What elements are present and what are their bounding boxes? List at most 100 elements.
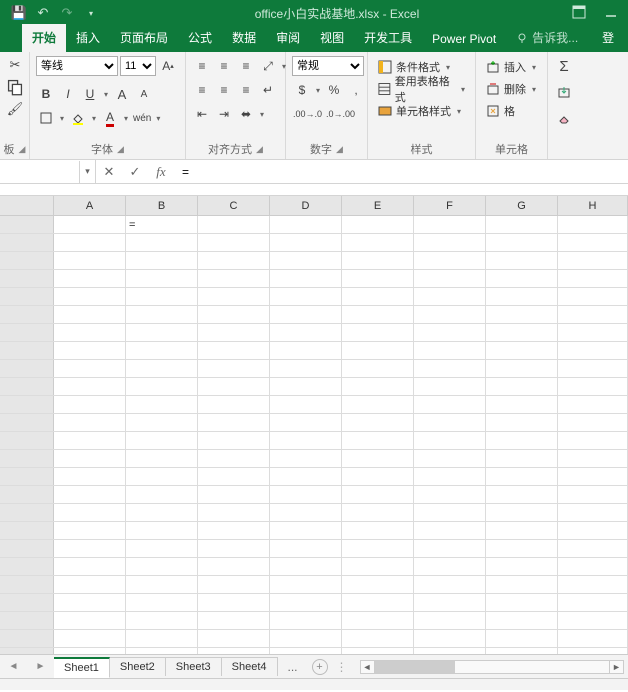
cell[interactable] <box>270 306 342 323</box>
row-header[interactable] <box>0 216 54 233</box>
col-header-A[interactable]: A <box>54 196 126 215</box>
cell[interactable] <box>486 252 558 269</box>
cell[interactable] <box>270 630 342 647</box>
row-header[interactable] <box>0 396 54 413</box>
cell[interactable] <box>414 342 486 359</box>
sheet-nav[interactable]: ◄ ► <box>0 661 54 672</box>
cell[interactable] <box>342 576 414 593</box>
sheet-nav-prev-icon[interactable]: ◄ <box>9 661 19 672</box>
cell[interactable] <box>414 288 486 305</box>
cell[interactable] <box>126 432 198 449</box>
row-header[interactable] <box>0 504 54 521</box>
fill-color-icon[interactable] <box>68 108 88 128</box>
row-header[interactable] <box>0 306 54 323</box>
qat-dropdown-icon[interactable]: ▾ <box>80 2 102 24</box>
phonetic-icon[interactable]: wén <box>132 108 152 128</box>
cell[interactable] <box>54 630 126 647</box>
cell[interactable] <box>54 540 126 557</box>
cell[interactable] <box>198 288 270 305</box>
cell[interactable] <box>198 216 270 233</box>
row-header[interactable] <box>0 612 54 629</box>
cell[interactable] <box>126 504 198 521</box>
ribbon-display-options-icon[interactable] <box>572 5 586 22</box>
row-header[interactable] <box>0 324 54 341</box>
cell[interactable] <box>486 216 558 233</box>
cell[interactable] <box>270 450 342 467</box>
cell[interactable] <box>414 252 486 269</box>
cell[interactable] <box>198 450 270 467</box>
fill-button[interactable] <box>554 82 574 102</box>
tab-developer[interactable]: 开发工具 <box>354 24 422 52</box>
underline-dropdown-icon[interactable]: ▾ <box>102 84 110 104</box>
tab-view[interactable]: 视图 <box>310 24 354 52</box>
cell[interactable] <box>414 612 486 629</box>
cell[interactable] <box>486 288 558 305</box>
cell[interactable] <box>54 648 126 654</box>
row-header[interactable] <box>0 540 54 557</box>
col-header-G[interactable]: G <box>486 196 558 215</box>
undo-icon[interactable]: ↶ <box>32 2 54 24</box>
comma-format-icon[interactable]: , <box>346 80 366 100</box>
cell[interactable] <box>198 252 270 269</box>
row-header[interactable] <box>0 486 54 503</box>
cell[interactable] <box>558 558 628 575</box>
cell[interactable] <box>198 504 270 521</box>
name-box-dropdown-icon[interactable]: ▾ <box>80 160 96 183</box>
scroll-left-icon[interactable]: ◄ <box>361 661 375 673</box>
col-header-F[interactable]: F <box>414 196 486 215</box>
cell[interactable] <box>126 594 198 611</box>
tab-review[interactable]: 审阅 <box>266 24 310 52</box>
cell[interactable] <box>342 306 414 323</box>
horizontal-scrollbar[interactable]: ◄ ► <box>360 660 624 674</box>
cell[interactable] <box>342 540 414 557</box>
row-header[interactable] <box>0 450 54 467</box>
scroll-thumb[interactable] <box>375 661 455 673</box>
font-launcher-icon[interactable]: ◢ <box>117 144 124 155</box>
cell[interactable] <box>414 450 486 467</box>
cell[interactable] <box>558 324 628 341</box>
cell[interactable] <box>198 540 270 557</box>
row-header[interactable] <box>0 252 54 269</box>
cell[interactable] <box>558 630 628 647</box>
increase-indent-icon[interactable]: ⇥ <box>214 104 234 124</box>
cell[interactable] <box>270 648 342 654</box>
cell[interactable] <box>342 648 414 654</box>
cell[interactable] <box>414 468 486 485</box>
delete-cells-button[interactable]: 删除▾ <box>482 78 540 100</box>
cell[interactable] <box>198 306 270 323</box>
cell[interactable] <box>270 378 342 395</box>
cell[interactable] <box>54 252 126 269</box>
cell[interactable] <box>198 432 270 449</box>
cell[interactable] <box>198 558 270 575</box>
cell[interactable] <box>54 522 126 539</box>
cell[interactable] <box>486 234 558 251</box>
cell[interactable] <box>270 558 342 575</box>
clear-button[interactable] <box>554 108 574 128</box>
cell[interactable] <box>558 522 628 539</box>
cell[interactable] <box>54 432 126 449</box>
cell[interactable] <box>414 270 486 287</box>
cell[interactable] <box>54 270 126 287</box>
autosum-button[interactable]: Σ <box>554 56 574 76</box>
cell[interactable] <box>54 486 126 503</box>
cell[interactable] <box>558 306 628 323</box>
cell[interactable] <box>270 486 342 503</box>
cell[interactable] <box>342 504 414 521</box>
cell[interactable] <box>486 576 558 593</box>
cell[interactable] <box>342 216 414 233</box>
cell[interactable] <box>558 432 628 449</box>
sheet-tab-4[interactable]: Sheet4 <box>222 657 278 676</box>
cell[interactable] <box>198 360 270 377</box>
cell[interactable] <box>126 630 198 647</box>
enter-formula-icon[interactable]: ✓ <box>122 160 148 183</box>
tab-insert[interactable]: 插入 <box>66 24 110 52</box>
cell[interactable] <box>558 450 628 467</box>
cell[interactable] <box>54 558 126 575</box>
cell[interactable] <box>486 270 558 287</box>
cell[interactable] <box>558 612 628 629</box>
cell[interactable] <box>342 468 414 485</box>
cell[interactable] <box>558 270 628 287</box>
cell[interactable] <box>558 342 628 359</box>
cell[interactable] <box>270 324 342 341</box>
cell[interactable] <box>342 288 414 305</box>
